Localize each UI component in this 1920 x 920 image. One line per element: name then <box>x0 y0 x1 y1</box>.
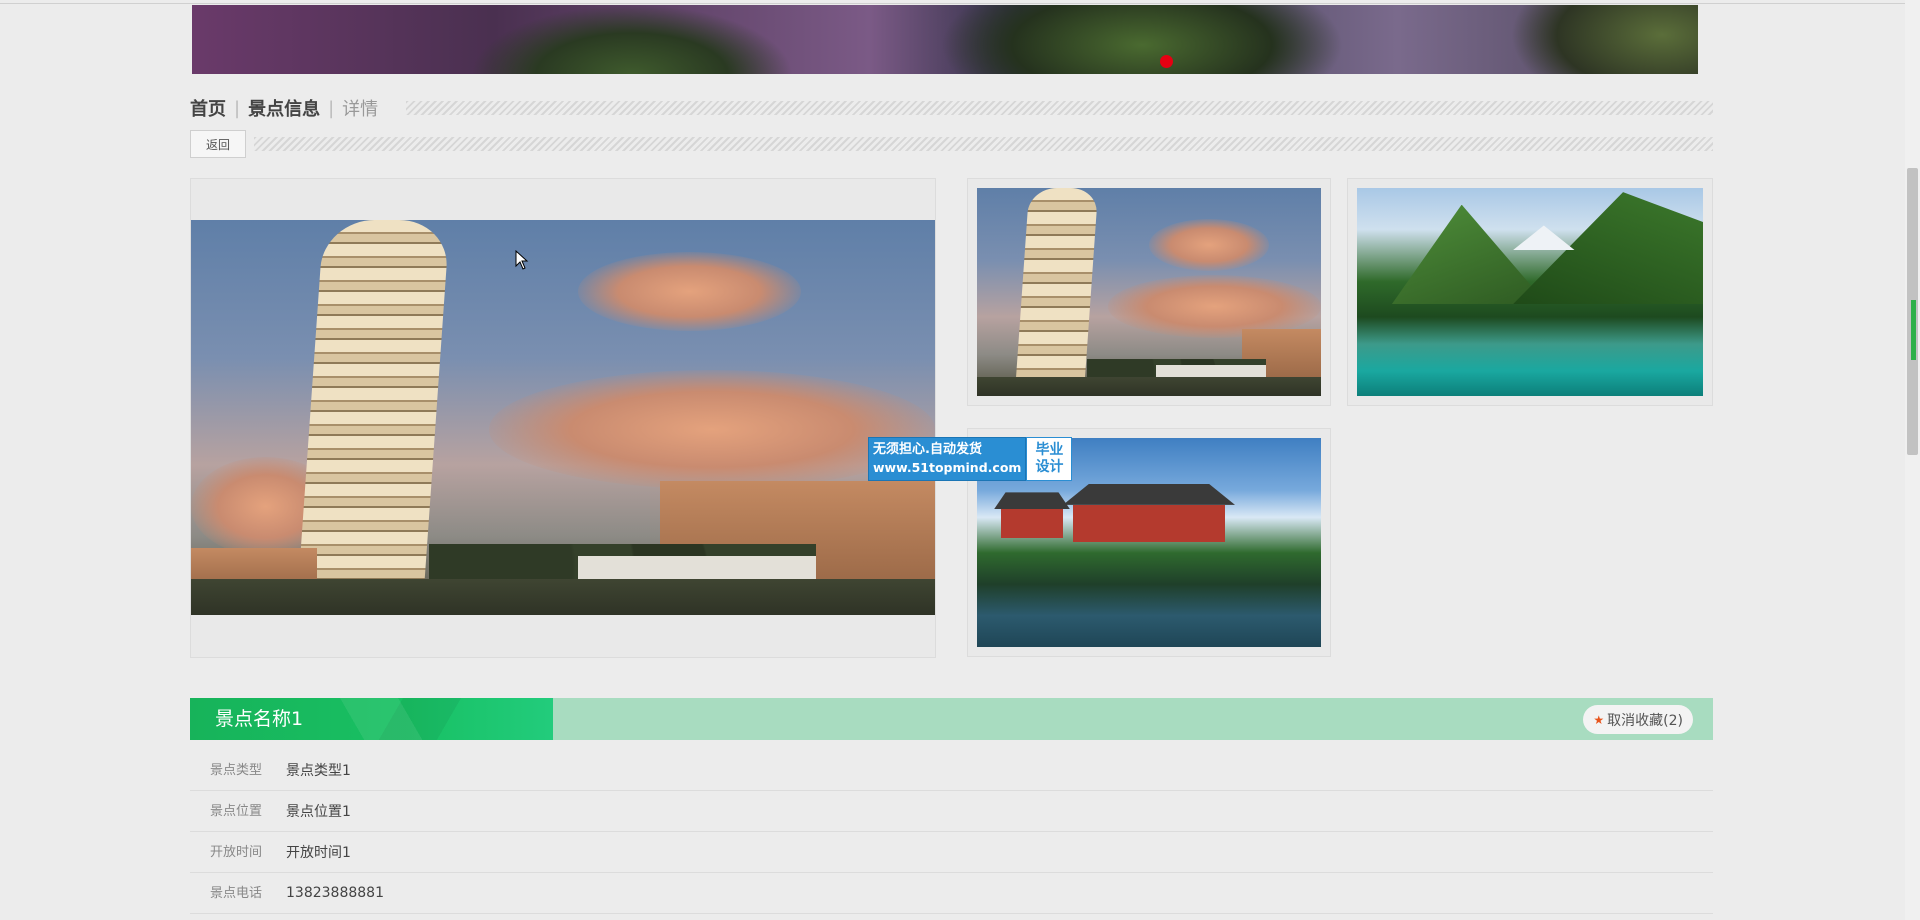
mouse-pointer-icon <box>515 250 529 270</box>
main-photo-image <box>191 220 935 615</box>
star-icon: ★ <box>1593 712 1605 727</box>
thumbnail-2[interactable] <box>1357 188 1703 396</box>
watermark-slogan: 无须担心.自动发货 <box>873 442 982 457</box>
info-row-phone: 景点电话 13823888881 <box>190 873 1713 914</box>
info-label: 景点电话 <box>210 885 263 901</box>
carousel-dot-active[interactable] <box>1160 55 1173 68</box>
title-accent: 景点名称1 <box>190 698 553 740</box>
thumbnail-image <box>1357 188 1703 396</box>
info-value: 开放时间1 <box>286 845 351 861</box>
breadcrumb: 首页 | 景点信息 | 详情 <box>190 94 1713 122</box>
unfavorite-label: 取消收藏(2) <box>1607 712 1683 729</box>
unfavorite-button[interactable]: ★ 取消收藏(2) <box>1583 705 1693 734</box>
main-photo[interactable] <box>191 220 935 615</box>
watermark: 无须担心.自动发货 www.51topmind.com 毕业 设计 <box>868 437 1073 481</box>
top-divider <box>0 3 1905 4</box>
info-label: 景点位置 <box>210 803 263 819</box>
scrollbar-indicator <box>1911 300 1916 360</box>
banner-carousel[interactable] <box>192 5 1698 74</box>
breadcrumb-separator: | <box>328 97 335 119</box>
info-label: 开放时间 <box>210 844 263 860</box>
scrollbar-track[interactable] <box>1905 0 1920 920</box>
info-label: 景点类型 <box>210 762 263 778</box>
decorative-stripe <box>254 137 1713 151</box>
thumbnail-1[interactable] <box>977 188 1321 396</box>
breadcrumb-current: 详情 <box>342 99 379 120</box>
info-value: 13823888881 <box>286 885 384 901</box>
breadcrumb-home[interactable]: 首页 <box>190 95 226 121</box>
info-row-hours: 开放时间 开放时间1 <box>190 832 1713 873</box>
breadcrumb-separator: | <box>234 97 241 119</box>
back-row: 返回 <box>190 130 1713 158</box>
detail-info-list: 景点类型 景点类型1 景点位置 景点位置1 开放时间 开放时间1 景点电话 13… <box>190 750 1713 914</box>
thumbnail-frame <box>967 178 1331 406</box>
back-button[interactable]: 返回 <box>190 130 246 158</box>
main-photo-frame <box>190 178 936 658</box>
thumbnail-frame <box>1347 178 1713 406</box>
decorative-stripe <box>406 101 1713 115</box>
thumbnail-image <box>977 188 1321 396</box>
detail-title-bar: 景点名称1 ★ 取消收藏(2) <box>190 698 1713 740</box>
info-value: 景点位置1 <box>286 804 351 820</box>
attraction-title: 景点名称1 <box>215 708 304 730</box>
info-row-location: 景点位置 景点位置1 <box>190 791 1713 832</box>
info-value: 景点类型1 <box>286 763 351 779</box>
watermark-tag: 毕业 设计 <box>1026 437 1073 481</box>
info-row-type: 景点类型 景点类型1 <box>190 750 1713 791</box>
watermark-url: www.51topmind.com <box>873 460 1022 475</box>
breadcrumb-section[interactable]: 景点信息 <box>248 95 320 121</box>
